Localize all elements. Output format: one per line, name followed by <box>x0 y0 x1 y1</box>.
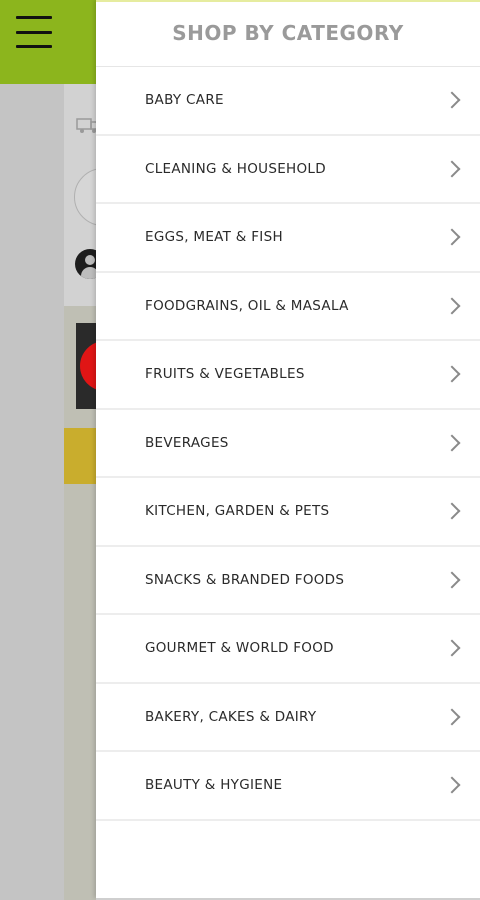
category-label: KITCHEN, GARDEN & PETS <box>145 503 330 520</box>
category-item[interactable]: BEAUTY & HYGIENE <box>96 752 480 821</box>
category-label: SNACKS & BRANDED FOODS <box>145 571 345 588</box>
hamburger-menu-icon[interactable] <box>16 14 56 50</box>
chevron-right-icon <box>443 708 461 726</box>
category-item[interactable]: BEVERAGES <box>96 410 480 478</box>
category-label: BEVERAGES <box>145 434 229 451</box>
category-item[interactable]: BABY CARE <box>96 67 480 136</box>
category-item[interactable]: SNACKS & BRANDED FOODS <box>96 547 480 615</box>
category-list: BABY CARE CLEANING & HOUSEHOLD EGGS, MEAT … <box>96 67 480 821</box>
drawer-title: SHOP BY CATEGORY <box>96 2 480 67</box>
category-item[interactable]: GOURMET & WORLD FOOD <box>96 615 480 684</box>
chevron-right-icon <box>443 571 461 589</box>
category-label: GOURMET & WORLD FOOD <box>145 640 334 657</box>
chevron-right-icon <box>443 365 461 383</box>
chevron-right-icon <box>443 434 461 452</box>
category-label: BABY CARE <box>145 92 224 109</box>
chevron-right-icon <box>443 776 461 794</box>
app-screen: SHOP BY CATEGORY BABY CARE CLEANING & HOU… <box>0 0 480 900</box>
category-label: CLEANING & HOUSEHOLD <box>145 160 326 177</box>
chevron-right-icon <box>443 160 461 178</box>
category-label: EGGS, MEAT & FISH <box>145 229 283 246</box>
category-item[interactable]: EGGS, MEAT & FISH <box>96 204 480 273</box>
category-drawer: SHOP BY CATEGORY BABY CARE CLEANING & HOU… <box>96 0 480 898</box>
chevron-right-icon <box>443 297 461 315</box>
category-label: FOODGRAINS, OIL & MASALA <box>145 297 349 314</box>
category-item[interactable]: FOODGRAINS, OIL & MASALA <box>96 273 480 341</box>
category-item[interactable]: BAKERY, CAKES & DAIRY <box>96 684 480 752</box>
category-item[interactable]: FRUITS & VEGETABLES <box>96 341 480 410</box>
chevron-right-icon <box>443 639 461 657</box>
category-item[interactable]: CLEANING & HOUSEHOLD <box>96 136 480 204</box>
category-label: FRUITS & VEGETABLES <box>145 366 305 383</box>
chevron-right-icon <box>443 502 461 520</box>
category-label: BAKERY, CAKES & DAIRY <box>145 708 317 725</box>
chevron-right-icon <box>443 91 461 109</box>
category-item[interactable]: KITCHEN, GARDEN & PETS <box>96 478 480 547</box>
chevron-right-icon <box>443 228 461 246</box>
category-label: BEAUTY & HYGIENE <box>145 777 283 794</box>
